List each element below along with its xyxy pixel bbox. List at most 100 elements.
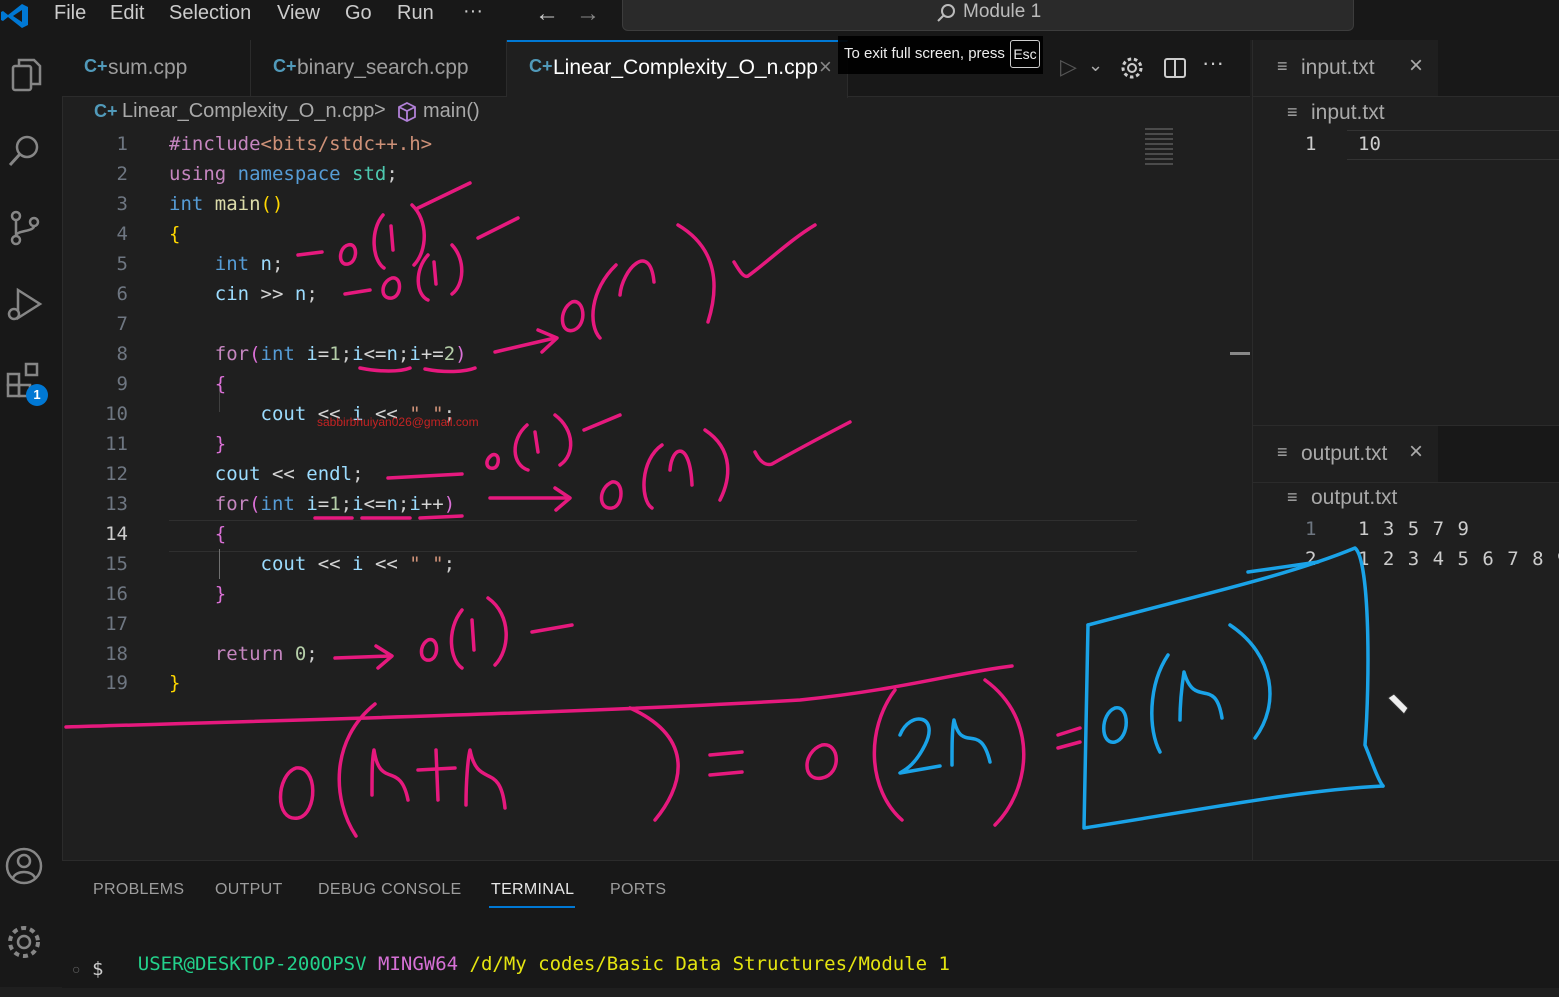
search-icon[interactable] <box>4 132 44 172</box>
breadcrumb: C+ Linear_Complexity_O_n.cpp > main() <box>62 97 1250 129</box>
tab-label: Linear_Complexity_O_n.cpp <box>553 56 818 79</box>
command-center-label: Module 1 <box>963 1 1042 22</box>
extensions-badge: 1 <box>26 384 48 406</box>
terminal-user: USER@DESKTOP-200OPSV <box>137 953 367 975</box>
tab-input-txt[interactable]: ≡ input.txt × <box>1253 40 1438 96</box>
annotation-stroke <box>337 702 377 838</box>
input-tab-bar: ≡ input.txt × <box>1253 40 1559 97</box>
input-breadcrumb: input.txt <box>1311 101 1385 124</box>
run-icon[interactable]: ▷ <box>1060 54 1077 80</box>
email-watermark: sabbirbhuiyan026@gmail.com <box>317 415 479 429</box>
code-line: } <box>169 672 181 694</box>
source-control-icon[interactable] <box>4 208 44 248</box>
title-bar: File Edit Selection View Go Run ··· ← → … <box>0 0 1559 40</box>
menu-go[interactable]: Go <box>345 2 372 25</box>
panel-tab-ports[interactable]: PORTS <box>610 881 666 899</box>
right-editor-group: ≡ input.txt × ≡ input.txt 1 10 ≡ output.… <box>1252 40 1559 860</box>
close-icon[interactable]: × <box>1409 52 1423 80</box>
tab-sum-cpp[interactable]: C+ sum.cpp <box>62 40 251 96</box>
annotation-stroke <box>416 766 457 772</box>
tab-label: binary_search.cpp <box>297 56 469 79</box>
annotation-stroke <box>278 766 315 820</box>
bottom-panel: PROBLEMS OUTPUT DEBUG CONSOLE TERMINAL P… <box>62 860 1559 988</box>
line-number: 11 <box>105 433 128 455</box>
breadcrumb-symbol[interactable]: main() <box>423 100 480 123</box>
panel-tab-debug-console[interactable]: DEBUG CONSOLE <box>318 881 462 899</box>
code-line: using namespace std; <box>169 163 398 185</box>
line-number: 1 <box>1305 133 1317 155</box>
menu-file[interactable]: File <box>54 2 86 25</box>
search-icon <box>937 4 955 22</box>
annotation-stroke <box>434 748 440 802</box>
annotation-stroke <box>872 688 904 822</box>
line-number: 5 <box>116 253 128 275</box>
line-number: 3 <box>116 193 128 215</box>
scrollbar-marker[interactable] <box>1230 352 1250 355</box>
input-line: 10 <box>1358 133 1381 155</box>
panel-tab-terminal[interactable]: TERMINAL <box>491 881 574 899</box>
command-center[interactable]: Module 1 <box>622 0 1354 31</box>
terminal-prompt[interactable]: $ <box>92 958 103 980</box>
annotation-stroke <box>898 717 942 775</box>
line-number: 17 <box>105 613 128 635</box>
cpp-file-icon: C+ <box>273 56 297 76</box>
tab-label: output.txt <box>1301 442 1388 465</box>
minimap[interactable] <box>1145 128 1173 168</box>
output-tab-bar: ≡ output.txt × <box>1253 426 1559 483</box>
line-number: 7 <box>116 313 128 335</box>
esc-key-badge: Esc <box>1010 40 1040 68</box>
menu-view[interactable]: View <box>277 2 320 25</box>
split-editor-icon[interactable] <box>1163 56 1187 80</box>
close-icon[interactable]: × <box>1409 438 1423 466</box>
breadcrumb-separator: > <box>374 99 386 121</box>
run-debug-icon[interactable] <box>4 284 44 324</box>
line-number: 13 <box>105 493 128 515</box>
output-line: 1 3 5 7 9 <box>1358 518 1470 540</box>
panel-tab-problems[interactable]: PROBLEMS <box>93 881 184 899</box>
more-actions-icon[interactable]: ··· <box>1202 50 1224 76</box>
line-number: 18 <box>105 643 128 665</box>
line-number: 14 <box>105 523 128 545</box>
code-editor[interactable]: 1 2 3 4 5 6 7 8 9 10 11 12 13 14 15 16 1… <box>62 129 1202 709</box>
breadcrumb-file[interactable]: Linear_Complexity_O_n.cpp <box>122 100 374 123</box>
tab-label: sum.cpp <box>108 56 188 79</box>
menu-selection[interactable]: Selection <box>169 2 251 25</box>
code-line: int main() <box>169 193 284 215</box>
account-icon[interactable] <box>4 846 44 886</box>
close-icon[interactable]: × <box>819 54 832 80</box>
tab-output-txt[interactable]: ≡ output.txt × <box>1253 426 1438 482</box>
panel-tab-output[interactable]: OUTPUT <box>215 881 283 899</box>
annotation-stroke <box>1056 726 1082 737</box>
annotation-stroke <box>464 748 507 810</box>
annotation-stroke <box>370 748 410 802</box>
code-line: int n; <box>214 253 284 275</box>
code-line: cout << endl; <box>214 463 364 485</box>
cpp-file-icon: C+ <box>94 101 118 121</box>
fullscreen-tooltip: To exit full screen, press Esc <box>838 36 1043 74</box>
line-number: 8 <box>116 343 128 365</box>
settings-gear-icon[interactable] <box>1120 56 1144 80</box>
tab-binary-search-cpp[interactable]: C+ binary_search.cpp <box>251 40 507 96</box>
menu-run[interactable]: Run <box>397 2 434 25</box>
forward-arrow-icon[interactable]: → <box>576 0 600 28</box>
annotation-stroke <box>628 706 680 822</box>
tab-label: input.txt <box>1301 56 1375 79</box>
code-line: { <box>214 373 227 395</box>
menu-more[interactable]: ··· <box>463 0 483 23</box>
back-arrow-icon[interactable]: ← <box>535 0 559 28</box>
output-breadcrumb: output.txt <box>1311 486 1398 509</box>
manage-gear-icon[interactable] <box>4 922 44 962</box>
vscode-logo-icon <box>1 4 28 28</box>
tooltip-text: To exit full screen, press <box>844 45 1005 62</box>
explorer-icon[interactable] <box>4 56 44 96</box>
activity-bar: 1 <box>0 40 63 987</box>
current-line-highlight <box>169 520 1137 552</box>
terminal-output[interactable]: USER@DESKTOP-200OPSV MINGW64 /d/My codes… <box>92 931 950 997</box>
chevron-down-icon[interactable]: ⌄ <box>1088 55 1103 76</box>
code-line: { <box>214 523 227 545</box>
code-line: for(int i=1;i<=n;i+=2) <box>214 343 467 365</box>
code-line: cin >> n; <box>214 283 318 305</box>
tab-linear-complexity-cpp[interactable]: C+ Linear_Complexity_O_n.cpp × <box>507 40 848 98</box>
output-line: 1 2 3 4 5 6 7 8 9 <box>1358 548 1559 570</box>
menu-edit[interactable]: Edit <box>110 2 144 25</box>
